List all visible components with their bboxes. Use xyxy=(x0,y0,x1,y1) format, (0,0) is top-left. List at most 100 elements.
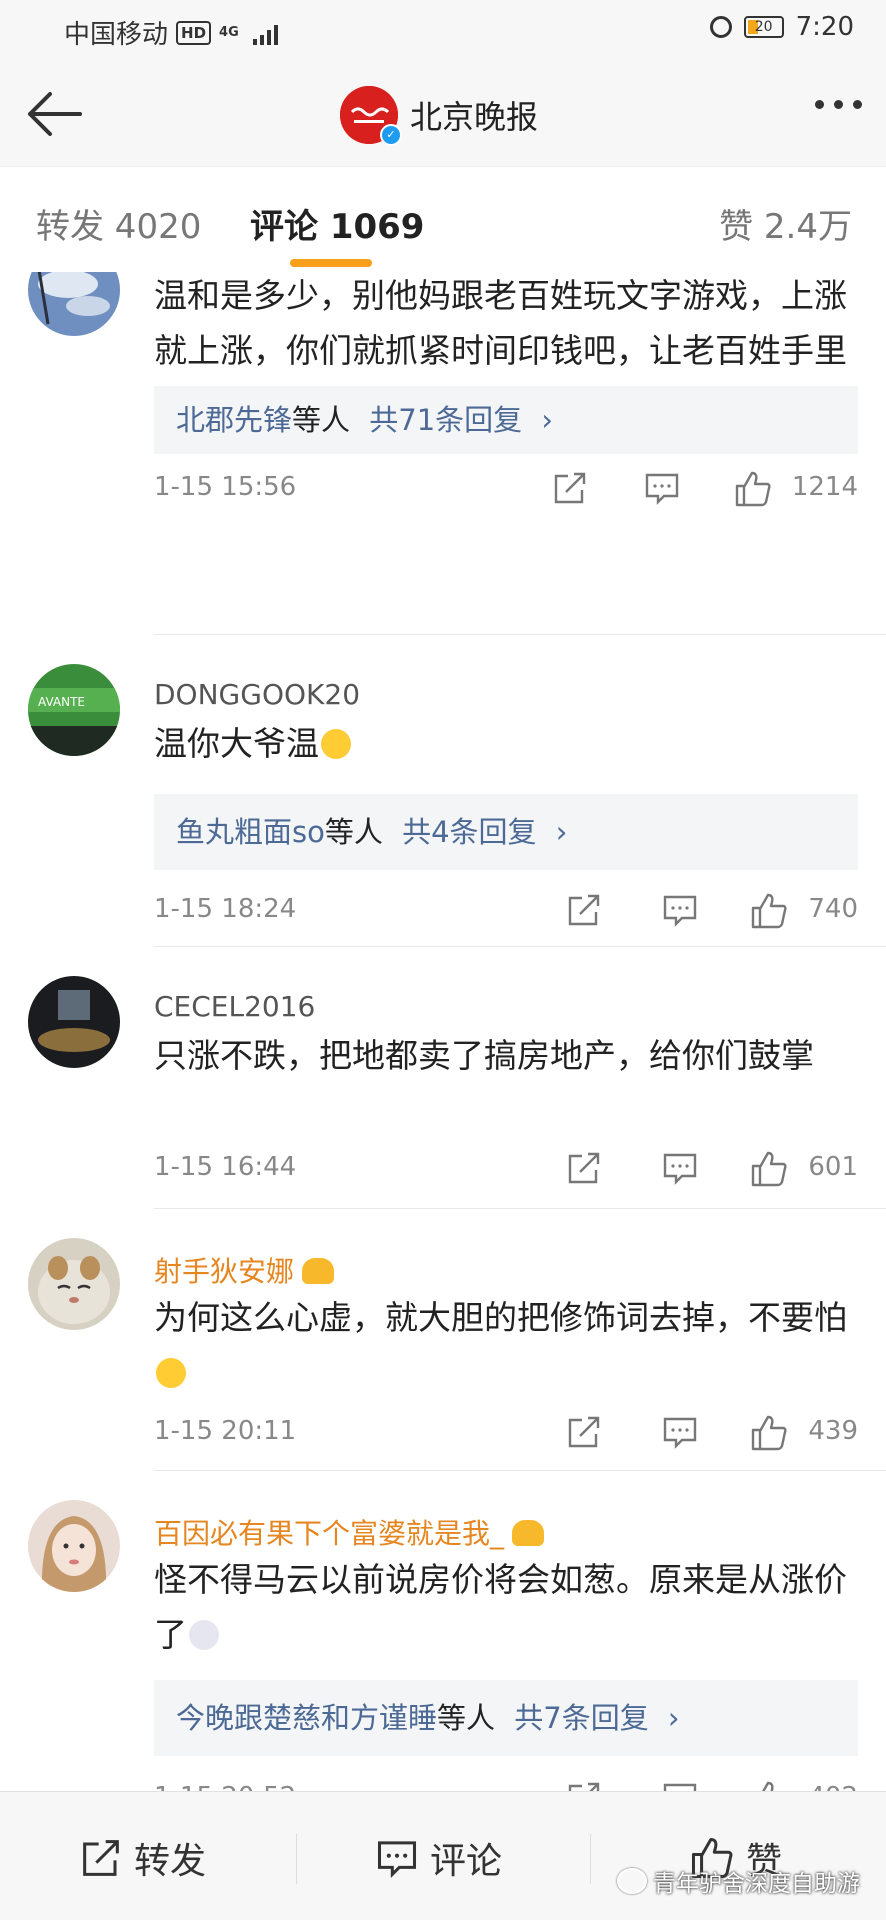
hd-badge: HD xyxy=(176,20,212,45)
active-tab-indicator xyxy=(290,259,372,267)
reply-count[interactable]: 共71条回复 xyxy=(369,403,522,437)
comment-text: 温你大爷温 xyxy=(154,716,854,771)
comment-list: 温和是多少，别他妈跟老百姓玩文字游戏，上涨就上涨，你们就抓紧时间印钱吧，让老百姓… xyxy=(0,272,886,1792)
comment-text-content: 温你大爷温 xyxy=(154,724,319,763)
battery-level: 20 xyxy=(754,19,773,35)
divider xyxy=(154,1208,886,1209)
comment-meta: 1-15 18:24 740 xyxy=(154,890,858,930)
bottom-action-bar: 转发 评论 赞 青年驴舍深度自助游 xyxy=(0,1791,886,1920)
comment-text-content: 为何这么心虚，就大胆的把修饰词去掉，不要怕 xyxy=(154,1298,847,1337)
crying-emoji-icon xyxy=(189,1620,219,1650)
avatar[interactable] xyxy=(28,976,120,1068)
clock: 7:20 xyxy=(795,12,854,42)
username[interactable]: 射手狄安娜 xyxy=(154,1250,335,1290)
avatar[interactable] xyxy=(28,272,120,336)
share-icon[interactable] xyxy=(552,470,588,506)
page-title: 北京晚报 xyxy=(410,98,539,136)
comment-icon[interactable] xyxy=(662,892,698,928)
alarm-icon xyxy=(709,16,732,38)
chevron-right-icon: › xyxy=(667,1701,680,1735)
network-label: 4G xyxy=(219,25,239,40)
share-icon[interactable] xyxy=(566,1414,602,1450)
tab-comments[interactable]: 评论 1069 xyxy=(250,199,424,248)
chevron-right-icon: › xyxy=(541,403,553,437)
avatar[interactable]: AVANTE xyxy=(28,664,120,756)
account-header[interactable]: ✓ 北京晚报 xyxy=(340,86,539,146)
more-button[interactable] xyxy=(815,100,862,109)
reply-summary[interactable]: 今晚跟楚慈和方谨睡等人 共7条回复 › xyxy=(154,1680,858,1756)
repost-button[interactable]: 转发 xyxy=(80,1832,206,1884)
username[interactable]: DONGGOOK20 xyxy=(154,678,360,711)
tab-likes[interactable]: 赞 2.4万 xyxy=(719,199,852,248)
reply-users[interactable]: 北郡先锋 xyxy=(176,403,292,437)
like-icon[interactable] xyxy=(750,1414,788,1452)
like-icon[interactable] xyxy=(750,1150,788,1188)
like-icon[interactable] xyxy=(750,892,788,930)
comment-button[interactable]: 评论 xyxy=(376,1832,502,1884)
top-nav-bar: ✓ 北京晚报 xyxy=(0,62,886,166)
comment-text: 怪不得马云以前说房价将会如葱。原来是从涨价了 xyxy=(154,1552,854,1662)
comment-time: 1-15 15:56 xyxy=(154,472,297,502)
comment-time: 1-15 16:44 xyxy=(154,1152,297,1182)
like-count: 1214 xyxy=(791,472,858,502)
like-icon[interactable] xyxy=(734,470,772,508)
comment-text: 为何这么心虚，就大胆的把修饰词去掉，不要怕 xyxy=(154,1290,854,1400)
username-text[interactable]: 射手狄安娜 xyxy=(154,1255,294,1288)
verified-badge-icon: ✓ xyxy=(380,124,402,146)
watermark: 青年驴舍深度自助游 xyxy=(617,1864,860,1898)
comment-meta: 1-15 16:44 601 xyxy=(154,1148,858,1188)
angry-emoji-icon xyxy=(321,729,351,759)
carrier-label: 中国移动 xyxy=(64,20,169,50)
reply-users[interactable]: 鱼丸粗面so xyxy=(176,815,325,849)
divider xyxy=(590,1834,591,1884)
comment-meta: 1-15 15:56 1214 xyxy=(154,468,858,508)
comment-text-content: 怪不得马云以前说房价将会如葱。原来是从涨价了 xyxy=(154,1560,847,1654)
like-count: 740 xyxy=(808,894,858,924)
username-text[interactable]: 百因必有果下个富婆就是我_ xyxy=(154,1517,504,1550)
reply-users[interactable]: 今晚跟楚慈和方谨睡 xyxy=(176,1701,437,1735)
divider xyxy=(154,1470,886,1471)
crown-icon xyxy=(512,1520,545,1546)
avatar[interactable] xyxy=(28,1238,120,1330)
back-arrow-icon xyxy=(28,92,82,136)
reply-count[interactable]: 共4条回复 xyxy=(402,815,536,849)
username[interactable]: 百因必有果下个富婆就是我_ xyxy=(154,1512,545,1552)
signal-icon xyxy=(252,21,278,45)
wechat-icon xyxy=(617,1868,647,1894)
share-icon xyxy=(83,1840,119,1876)
share-icon[interactable] xyxy=(566,1150,602,1186)
divider xyxy=(296,1834,297,1884)
divider xyxy=(154,946,886,947)
repost-label: 转发 xyxy=(134,1841,207,1882)
reply-summary[interactable]: 北郡先锋等人 共71条回复 › xyxy=(154,386,858,454)
comment-text: 只涨不跌，把地都卖了搞房地产，给你们鼓掌 xyxy=(154,1036,814,1075)
back-button[interactable] xyxy=(24,84,84,144)
share-icon[interactable] xyxy=(566,892,602,928)
comment-icon[interactable] xyxy=(644,470,680,506)
chevron-right-icon: › xyxy=(555,815,568,849)
comment-icon xyxy=(377,1841,417,1878)
comment-meta: 1-15 20:52 402 xyxy=(154,1778,858,1792)
comment-time: 1-15 18:24 xyxy=(154,894,297,924)
username[interactable]: CECEL2016 xyxy=(154,990,315,1023)
reply-count[interactable]: 共7条回复 xyxy=(514,1701,648,1735)
scared-emoji-icon xyxy=(156,1358,186,1388)
like-count: 439 xyxy=(808,1416,858,1446)
comment-icon[interactable] xyxy=(662,1150,698,1186)
reply-suffix: 等人 xyxy=(292,403,351,437)
comment-icon[interactable] xyxy=(662,1414,698,1450)
reply-summary[interactable]: 鱼丸粗面so等人 共4条回复 › xyxy=(154,794,858,870)
comment-meta: 1-15 20:11 439 xyxy=(154,1412,858,1452)
like-count: 601 xyxy=(808,1152,858,1182)
account-avatar[interactable]: ✓ xyxy=(340,86,402,146)
reply-suffix: 等人 xyxy=(324,815,383,849)
tab-repost[interactable]: 转发 4020 xyxy=(36,199,201,248)
divider xyxy=(154,634,886,635)
status-bar: 中国移动 HD 4G 20 7:20 xyxy=(0,0,886,62)
tab-bar: 转发 4020 评论 1069 赞 2.4万 xyxy=(0,166,886,273)
comment-time: 1-15 20:11 xyxy=(154,1416,297,1446)
avatar[interactable] xyxy=(28,1500,120,1592)
battery-icon: 20 xyxy=(743,16,784,38)
watermark-text: 青年驴舍深度自助游 xyxy=(653,1871,860,1897)
svg-text:AVANTE: AVANTE xyxy=(38,695,85,709)
